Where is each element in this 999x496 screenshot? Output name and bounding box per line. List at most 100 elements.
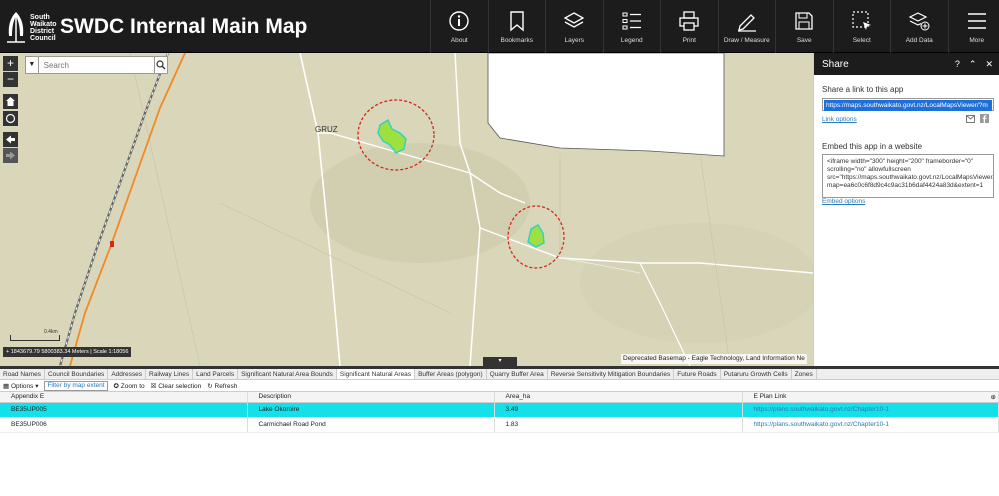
print-button[interactable]: Print <box>660 0 718 53</box>
layer-tab[interactable]: Putaruru Growth Cells <box>721 369 792 379</box>
layer-tab[interactable]: Quarry Buffer Area <box>487 369 548 379</box>
layer-tab[interactable]: Addresses <box>108 369 147 379</box>
share-panel-header: Share ? ⌃ ✕ <box>814 53 999 75</box>
refresh-icon: ↻ <box>207 382 213 390</box>
help-icon[interactable]: ? <box>955 59 960 70</box>
embed-options-link[interactable]: Embed options <box>822 198 865 205</box>
search-input[interactable] <box>38 56 155 74</box>
legend-label: Legend <box>620 37 643 44</box>
layer-tab[interactable]: Railway Lines <box>146 369 194 379</box>
home-icon <box>6 97 15 106</box>
options-label: Options <box>10 382 34 390</box>
draw-measure-label: Draw / Measure <box>723 37 770 44</box>
hamburger-icon <box>967 13 986 29</box>
embed-label: Embed this app in a website <box>822 142 923 151</box>
map-attribution: Deprecated Basemap - Eagle Technology, L… <box>621 354 807 364</box>
close-icon[interactable]: ✕ <box>985 59 993 70</box>
layer-tab[interactable]: Zones <box>792 369 817 379</box>
embed-code-field[interactable]: <iframe width="300" height="200" framebo… <box>822 154 994 198</box>
select-button[interactable]: Select <box>832 0 891 53</box>
layer-tab[interactable]: Council Boundaries <box>45 369 109 379</box>
next-extent-button[interactable] <box>3 148 18 163</box>
add-column-icon[interactable]: ⊕ <box>991 393 996 401</box>
legend-button[interactable]: Legend <box>602 0 661 53</box>
clear-icon: ☒ <box>150 382 157 390</box>
more-button[interactable]: More <box>947 0 999 53</box>
layer-tab[interactable]: Land Parcels <box>193 369 239 379</box>
search-bar: ▼ <box>25 56 168 74</box>
table-toolbar: ▦ Options ▾ Filter by map extent ✪ Zoom … <box>0 380 999 392</box>
about-button[interactable]: About <box>430 0 488 53</box>
layer-tab[interactable]: Significant Natural Areas <box>336 369 416 379</box>
layers-button[interactable]: Layers <box>545 0 603 53</box>
link-options-link[interactable]: Link options <box>822 116 857 123</box>
search-source-dropdown[interactable]: ▼ <box>25 56 39 74</box>
email-icon[interactable] <box>966 115 975 123</box>
print-label: Print <box>682 37 696 44</box>
layer-tab[interactable]: Buffer Areas (polygon) <box>415 369 487 379</box>
clear-selection-label: Clear selection <box>158 382 202 390</box>
clear-selection-button[interactable]: ☒ Clear selection <box>151 382 202 390</box>
council-name: South Waikato District Council <box>30 14 57 42</box>
council-line: South <box>30 14 50 21</box>
print-icon <box>679 11 699 31</box>
layers-icon <box>563 12 585 28</box>
layer-tab[interactable]: Significant Natural Area Bounds <box>238 369 337 379</box>
bookmarks-label: Bookmarks <box>500 37 533 44</box>
table-row[interactable]: BE35UP006 Carmichael Road Pond 1.83 http… <box>0 417 999 433</box>
layer-tabs: Road Names Council Boundaries Addresses Rai… <box>0 366 999 380</box>
layer-tab[interactable]: Road Names <box>0 369 45 379</box>
bookmarks-button[interactable]: Bookmarks <box>487 0 546 53</box>
collapse-icon[interactable]: ⌃ <box>969 59 977 70</box>
about-label: About <box>450 37 468 44</box>
column-header[interactable]: Description <box>247 392 495 403</box>
arrow-right-icon <box>6 151 15 160</box>
layer-tab[interactable]: Future Roads <box>674 369 721 379</box>
council-line: Waikato <box>30 21 57 28</box>
grid-icon: ▦ <box>3 382 10 390</box>
caret-down-icon: ▾ <box>35 382 39 390</box>
filter-by-extent-button[interactable]: Filter by map extent <box>44 380 108 391</box>
council-line: District <box>30 28 55 35</box>
facebook-icon[interactable] <box>980 114 989 123</box>
council-line: Council <box>30 35 56 42</box>
table-row[interactable]: BE35UP005 Lake Okoroire 3.49 https://pla… <box>0 402 999 418</box>
zoom-in-button[interactable]: + <box>3 56 18 71</box>
layer-tab[interactable]: Reverse Sensitivity Mitigation Boundarie… <box>548 369 675 379</box>
locate-icon <box>5 113 16 124</box>
column-header[interactable]: E Plan Link ⊕ <box>742 392 999 403</box>
locate-button[interactable] <box>3 111 18 126</box>
table-cell: Lake Okoroire <box>247 402 495 418</box>
layers-label: Layers <box>564 37 584 44</box>
table-collapse-handle[interactable]: ▾ <box>483 357 517 366</box>
caret-down-icon: ▼ <box>28 61 36 68</box>
select-label: Select <box>852 37 871 44</box>
column-header[interactable]: Appendix E <box>0 392 248 403</box>
save-button[interactable]: Save <box>775 0 833 53</box>
refresh-button[interactable]: ↻ Refresh <box>207 382 237 390</box>
add-data-label: Add Data <box>905 37 933 44</box>
share-link-label: Share a link to this app <box>822 85 904 94</box>
legend-icon <box>622 12 641 30</box>
main-toolbar: About Bookmarks Layers Legend Print Draw… <box>430 0 999 53</box>
search-button[interactable] <box>154 56 168 74</box>
table-cell: 3.49 <box>494 402 743 418</box>
add-data-button[interactable]: Add Data <box>890 0 948 53</box>
map-view[interactable]: + − ▼ GRUZ 0.4km + 1843679.79 5800383.34… <box>0 53 813 366</box>
previous-extent-button[interactable] <box>3 132 18 147</box>
share-link-field[interactable]: https://maps.southwaikato.govt.nz/LocalM… <box>822 98 994 111</box>
zoom-out-button[interactable]: − <box>3 72 18 87</box>
plan-link[interactable]: https://plans.southwaikato.govt.nz/Chapt… <box>742 402 999 418</box>
home-button[interactable] <box>3 94 18 109</box>
draw-measure-button[interactable]: Draw / Measure <box>717 0 776 53</box>
info-icon <box>449 11 469 31</box>
options-menu[interactable]: ▦ Options ▾ <box>3 382 38 390</box>
app-header: South Waikato District Council SWDC Inte… <box>0 0 999 53</box>
plan-link[interactable]: https://plans.southwaikato.govt.nz/Chapt… <box>742 417 999 433</box>
share-panel: Share ? ⌃ ✕ Share a link to this app htt… <box>813 53 999 366</box>
refresh-label: Refresh <box>214 382 238 390</box>
zoom-to-button[interactable]: ✪ Zoom to <box>114 382 145 390</box>
map-place-label: GRUZ <box>315 125 338 134</box>
column-header[interactable]: Area_ha <box>494 392 743 403</box>
parcel-polygon <box>487 53 725 157</box>
